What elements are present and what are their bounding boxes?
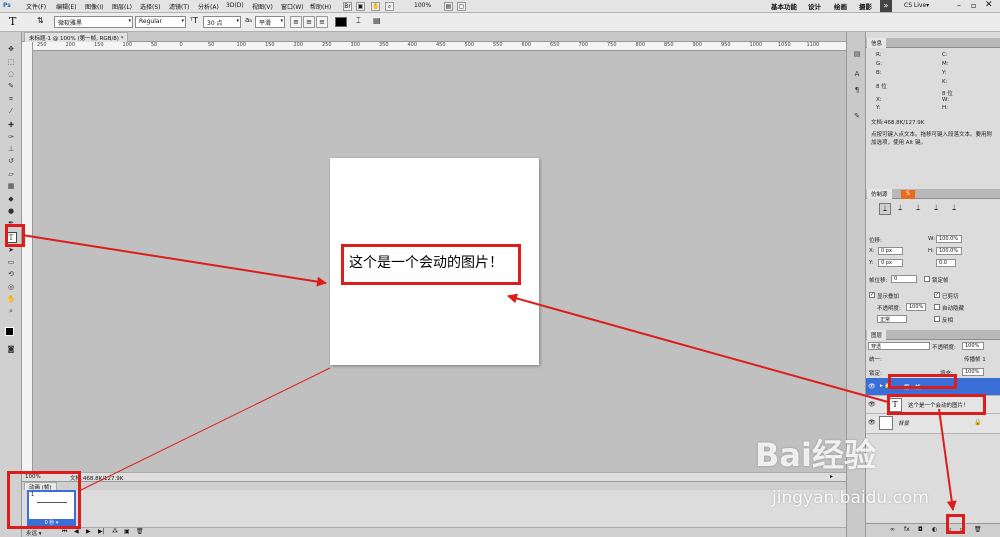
arrow-to-new-group (938, 408, 957, 511)
arrow-layer-to-text (507, 293, 889, 403)
arrow-tool-to-text (21, 234, 327, 287)
connector-frame-to-canvas (80, 367, 331, 491)
baidu-watermark-logo: Bai经验 (755, 436, 876, 474)
baidu-watermark-url: jingyan.baidu.com (772, 488, 929, 508)
